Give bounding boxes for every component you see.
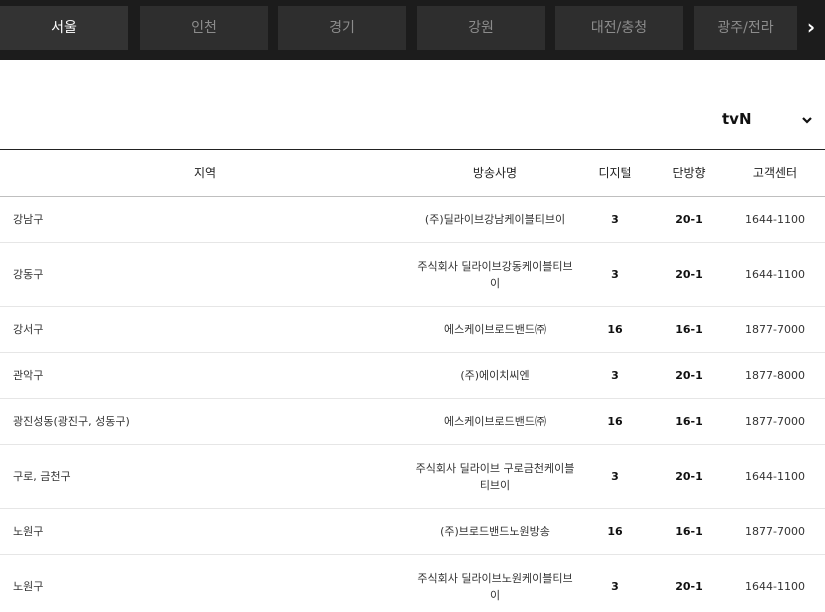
table-row: 노원구 주식회사 딜라이브노원케이블티브이 3 20-1 1644-1100 bbox=[0, 555, 825, 612]
cell-one-way: 20-1 bbox=[675, 580, 703, 593]
channel-select[interactable]: tvN bbox=[700, 106, 816, 134]
cell-region: 강남구 bbox=[13, 213, 44, 226]
cell-digital: 3 bbox=[611, 268, 619, 281]
cell-support: 1877-7000 bbox=[745, 323, 805, 336]
tabs-next-button[interactable]: › bbox=[797, 6, 825, 50]
chevron-down-icon bbox=[802, 117, 812, 124]
table-row: 강남구 (주)딜라이브강남케이블티브이 3 20-1 1644-1100 bbox=[0, 197, 825, 243]
cell-one-way: 20-1 bbox=[675, 213, 703, 226]
cell-support: 1644-1100 bbox=[745, 580, 805, 593]
cell-digital: 16 bbox=[607, 415, 623, 428]
channel-select-value: tvN bbox=[722, 110, 752, 128]
cell-digital: 3 bbox=[611, 369, 619, 382]
cell-support: 1644-1100 bbox=[745, 470, 805, 483]
cell-region: 노원구 bbox=[13, 580, 44, 593]
table-row: 강서구 에스케이브로드밴드㈜ 16 16-1 1877-7000 bbox=[0, 307, 825, 353]
cell-digital: 3 bbox=[611, 213, 619, 226]
cell-digital: 3 bbox=[611, 470, 619, 483]
table-header-row: 지역 방송사명 디지털 단방향 고객센터 bbox=[0, 150, 825, 197]
header-region: 지역 bbox=[193, 165, 217, 180]
cell-region: 강동구 bbox=[13, 268, 44, 281]
cell-broadcaster: (주)에이치씨엔 bbox=[460, 369, 530, 382]
tab-daejeon-chungcheong[interactable]: 대전/충청 bbox=[555, 6, 683, 50]
table-row: 관악구 (주)에이치씨엔 3 20-1 1877-8000 bbox=[0, 353, 825, 399]
tab-incheon[interactable]: 인천 bbox=[140, 6, 268, 50]
header-digital: 디지털 bbox=[598, 165, 632, 180]
tab-seoul[interactable]: 서울 bbox=[0, 6, 128, 50]
cell-one-way: 20-1 bbox=[675, 369, 703, 382]
tab-gyeonggi[interactable]: 경기 bbox=[278, 6, 406, 50]
cell-broadcaster: 주식회사 딜라이브강동케이블티브이 bbox=[417, 259, 573, 290]
tab-gwangju-jeolla[interactable]: 광주/전라 bbox=[694, 6, 797, 50]
cell-support: 1644-1100 bbox=[745, 213, 805, 226]
cell-broadcaster: 에스케이브로드밴드㈜ bbox=[443, 323, 547, 336]
cell-digital: 16 bbox=[607, 323, 623, 336]
cell-broadcaster: 에스케이브로드밴드㈜ bbox=[443, 415, 547, 428]
cell-broadcaster: 주식회사 딜라이브 구로금천케이블티브이 bbox=[415, 461, 575, 492]
cell-region: 노원구 bbox=[13, 525, 44, 538]
cell-broadcaster: 주식회사 딜라이브노원케이블티브이 bbox=[417, 571, 573, 602]
cell-support: 1877-8000 bbox=[745, 369, 805, 382]
cell-region: 강서구 bbox=[13, 323, 44, 336]
cell-one-way: 20-1 bbox=[675, 470, 703, 483]
cell-region: 광진성동(광진구, 성동구) bbox=[13, 415, 130, 428]
cell-support: 1877-7000 bbox=[745, 415, 805, 428]
header-support: 고객센터 bbox=[752, 165, 798, 180]
region-tab-bar: 서울 인천 경기 강원 대전/충청 광주/전라 › bbox=[0, 0, 825, 60]
cell-digital: 3 bbox=[611, 580, 619, 593]
cell-broadcaster: (주)딜라이브강남케이블티브이 bbox=[424, 213, 566, 226]
cell-region: 구로, 금천구 bbox=[13, 470, 71, 483]
tab-gangwon[interactable]: 강원 bbox=[417, 6, 545, 50]
cell-region: 관악구 bbox=[13, 369, 44, 382]
cell-one-way: 20-1 bbox=[675, 268, 703, 281]
table-row: 강동구 주식회사 딜라이브강동케이블티브이 3 20-1 1644-1100 bbox=[0, 243, 825, 307]
table-row: 노원구 (주)브로드밴드노원방송 16 16-1 1877-7000 bbox=[0, 509, 825, 555]
cell-broadcaster: (주)브로드밴드노원방송 bbox=[440, 525, 550, 538]
header-one-way: 단방향 bbox=[672, 165, 706, 180]
broadcaster-table: 지역 방송사명 디지털 단방향 고객센터 강남구 (주)딜라이브강남케이블티브이… bbox=[0, 149, 825, 612]
cell-one-way: 16-1 bbox=[675, 525, 703, 538]
cell-support: 1877-7000 bbox=[745, 525, 805, 538]
cell-support: 1644-1100 bbox=[745, 268, 805, 281]
cell-one-way: 16-1 bbox=[675, 323, 703, 336]
table-row: 광진성동(광진구, 성동구) 에스케이브로드밴드㈜ 16 16-1 1877-7… bbox=[0, 399, 825, 445]
table-row: 구로, 금천구 주식회사 딜라이브 구로금천케이블티브이 3 20-1 1644… bbox=[0, 445, 825, 509]
cell-one-way: 16-1 bbox=[675, 415, 703, 428]
header-broadcaster: 방송사명 bbox=[472, 165, 518, 180]
chevron-right-icon: › bbox=[806, 15, 816, 39]
cell-digital: 16 bbox=[607, 525, 623, 538]
